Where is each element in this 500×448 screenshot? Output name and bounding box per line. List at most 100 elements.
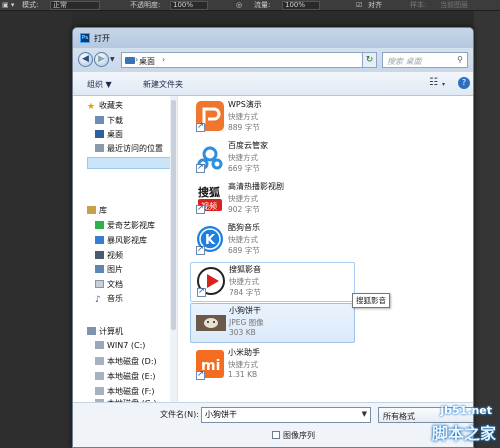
- nav-desktop[interactable]: 桌面: [95, 129, 123, 140]
- airbrush-pressure-icon[interactable]: ◎: [236, 0, 242, 10]
- nav-pictures[interactable]: 图片: [95, 264, 123, 275]
- system-drive-icon: [95, 341, 104, 349]
- nav-baofeng-label: 暴风影视库: [107, 236, 147, 245]
- file-size: 689 字节: [228, 246, 260, 255]
- wps-presentation-icon: [195, 101, 225, 133]
- new-folder-button[interactable]: 新建文件夹: [143, 79, 183, 90]
- documents-library-icon: [95, 280, 104, 288]
- nav-iqiyi-label: 爱奇艺影视库: [107, 221, 155, 230]
- file-item-hovered[interactable]: 搜狐影音 快捷方式 784 字节: [190, 262, 355, 302]
- refresh-button[interactable]: ↻: [362, 52, 377, 68]
- shortcut-arrow-icon: [196, 121, 205, 132]
- nav-videos[interactable]: 视频: [95, 250, 123, 261]
- brush-preset-icon[interactable]: ▣ ▾: [2, 0, 14, 10]
- nav-documents[interactable]: 文档: [95, 279, 123, 290]
- shortcut-arrow-icon: [197, 286, 206, 297]
- sohu-video-icon: 搜狐 视频: [195, 183, 225, 215]
- organize-menu[interactable]: 组织 ▼: [87, 79, 112, 90]
- file-size: 784 字节: [229, 288, 261, 297]
- file-size: 669 字节: [228, 164, 260, 173]
- forward-button[interactable]: ▶: [94, 52, 109, 67]
- file-list-pane: WPS演示 快捷方式 889 字节 百度云管家 快捷方式 669 字节 搜狐视频…: [178, 96, 473, 402]
- iqiyi-library-icon: [95, 221, 104, 229]
- mode-label: 模式:: [22, 1, 39, 9]
- svg-text:搜狐: 搜狐: [198, 185, 220, 199]
- image-sequence-label: 图像序列: [283, 431, 315, 440]
- file-type: 快捷方式: [228, 360, 258, 369]
- command-toolbar: 组织 ▼ 新建文件夹 ☷ ▾ ?: [73, 72, 473, 96]
- nav-recent[interactable]: 最近访问的位置: [95, 143, 163, 154]
- file-size: 303 KB: [229, 328, 256, 337]
- file-item[interactable]: 搜狐视频 高清热播影视剧 快捷方式 902 字节: [190, 180, 355, 220]
- file-name: 搜狐影音: [229, 265, 261, 274]
- filename-label: 文件名(N):: [160, 410, 199, 419]
- search-placeholder[interactable]: 搜索 桌面: [387, 56, 422, 67]
- mode-select[interactable]: 正常: [50, 1, 100, 10]
- shortcut-arrow-icon: [196, 369, 205, 380]
- breadcrumb-chevron-icon[interactable]: ›: [135, 55, 138, 64]
- photoshop-icon: Ps: [80, 33, 90, 43]
- back-button[interactable]: ◀: [78, 52, 93, 67]
- svg-text:K: K: [205, 233, 216, 248]
- address-bar[interactable]: › 桌面 › ▼: [121, 52, 374, 68]
- baidu-cloud-icon: [195, 142, 225, 174]
- pictures-library-icon: [95, 265, 104, 273]
- nav-iqiyi[interactable]: 爱奇艺影视库: [95, 220, 155, 231]
- dog-photo-thumbnail: [196, 307, 226, 339]
- photoshop-workspace-left: [0, 11, 72, 448]
- nav-drive-f[interactable]: 本地磁盘 (F:): [95, 386, 154, 397]
- search-icon: ⚲: [457, 55, 463, 64]
- search-box[interactable]: 搜索 桌面 ⚲: [382, 52, 468, 68]
- address-text[interactable]: 桌面: [139, 56, 155, 67]
- filename-combobox[interactable]: ▼: [201, 407, 371, 423]
- nav-downloads[interactable]: 下载: [95, 115, 123, 126]
- kugou-music-icon: K: [195, 224, 225, 256]
- breadcrumb-chevron-icon[interactable]: ›: [162, 55, 165, 64]
- scrollbar-thumb[interactable]: [171, 100, 176, 330]
- nav-libraries[interactable]: 库: [87, 205, 107, 216]
- file-item[interactable]: K 酷狗音乐 快捷方式 689 字节: [190, 221, 355, 261]
- nav-downloads-label: 下载: [107, 116, 123, 125]
- nav-drive-d-label: 本地磁盘 (D:): [107, 357, 157, 366]
- file-item[interactable]: 百度云管家 快捷方式 669 字节: [190, 139, 355, 179]
- open-file-dialog: Ps 打开 ◀ ▶ ▼ › 桌面 › ▼ ↻ 搜索 桌面 ⚲ 组织 ▼ 新建文件…: [72, 27, 474, 448]
- file-item[interactable]: WPS演示 快捷方式 889 字节: [190, 98, 355, 138]
- nav-music-label: 音乐: [107, 294, 123, 303]
- sample-label: 样本:: [410, 1, 427, 9]
- file-item[interactable]: mi 小米助手 快捷方式 1.31 KB: [190, 346, 355, 386]
- image-sequence-checkbox[interactable]: [272, 431, 280, 439]
- nav-favorites-label: 收藏夹: [99, 101, 123, 110]
- nav-music[interactable]: ♪ 音乐: [95, 293, 123, 305]
- view-dropdown-icon[interactable]: ▾: [442, 81, 445, 88]
- navigation-bar: ◀ ▶ ▼ › 桌面 › ▼ ↻ 搜索 桌面 ⚲: [73, 48, 473, 72]
- file-size: 889 字节: [228, 123, 260, 132]
- help-icon[interactable]: ?: [458, 77, 470, 89]
- drive-icon: [95, 387, 104, 395]
- navigation-pane-scrollbar[interactable]: [170, 96, 177, 402]
- filename-input[interactable]: [202, 408, 352, 421]
- nav-baofeng[interactable]: 暴风影视库: [95, 235, 147, 246]
- file-item-selected[interactable]: 小狗饼干 JPEG 图像 303 KB: [190, 303, 355, 343]
- opacity-field[interactable]: 100%: [170, 1, 208, 10]
- recent-places-icon: [95, 144, 104, 152]
- aligned-checkbox[interactable]: ☑: [356, 0, 362, 10]
- file-type: 快捷方式: [228, 194, 258, 203]
- nav-drive-e[interactable]: 本地磁盘 (E:): [95, 371, 156, 382]
- view-options-icon[interactable]: ☷: [429, 77, 438, 88]
- dialog-titlebar[interactable]: Ps 打开: [73, 28, 473, 48]
- nav-drive-f-label: 本地磁盘 (F:): [107, 387, 155, 396]
- filename-dropdown-icon[interactable]: ▼: [362, 410, 367, 418]
- sample-select[interactable]: 当前图层: [440, 0, 468, 10]
- shortcut-arrow-icon: [196, 244, 205, 255]
- recent-pages-dropdown-icon[interactable]: ▼: [110, 56, 115, 63]
- nav-favorites[interactable]: ★ 收藏夹: [87, 100, 123, 112]
- dialog-title: 打开: [94, 34, 110, 43]
- photoshop-panel-right: [474, 11, 500, 448]
- shortcut-arrow-icon: [196, 162, 205, 173]
- star-icon: ★: [87, 102, 96, 112]
- nav-drive-d[interactable]: 本地磁盘 (D:): [95, 356, 157, 367]
- flow-field[interactable]: 100%: [282, 1, 320, 10]
- nav-computer[interactable]: 计算机: [87, 326, 123, 337]
- nav-drive-c[interactable]: WIN7 (C:): [95, 341, 145, 350]
- watermark-text: 脚本之家: [431, 424, 496, 443]
